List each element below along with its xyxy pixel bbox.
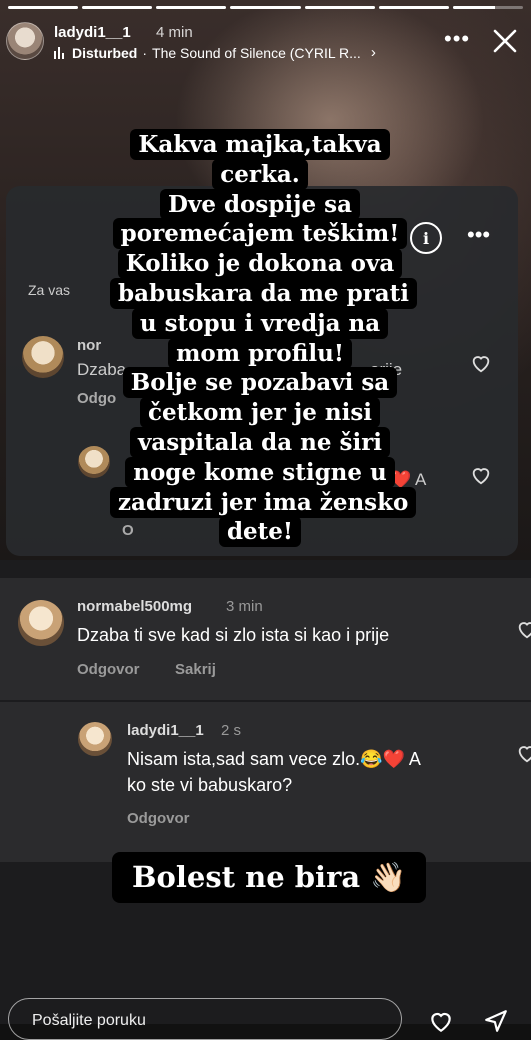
progress-segment <box>304 6 375 9</box>
heart-icon <box>472 356 490 373</box>
progress-segment <box>452 6 523 9</box>
progress-fill <box>452 6 495 9</box>
chevron-right-icon: › <box>370 44 376 61</box>
info-icon: i <box>410 222 442 254</box>
heart-icon <box>472 468 490 485</box>
more-horizontal-icon: ••• <box>467 222 491 247</box>
progress-fill <box>8 6 79 9</box>
heart-icon[interactable] <box>427 1008 455 1034</box>
comment-text-line1: Nisam ista,sad sam vece zlo.😂❤️ A <box>127 749 421 769</box>
comment-time: 3 min <box>226 598 263 615</box>
avatar[interactable] <box>18 600 64 646</box>
heart-icon[interactable] <box>516 742 531 764</box>
comment-text: Dzaba ti sve kad si zlo ista si kao i pr… <box>77 625 390 645</box>
sort-label: Za vas <box>28 282 71 298</box>
progress-segment <box>82 6 153 9</box>
music-bars-icon <box>54 46 64 59</box>
avatar <box>22 336 64 378</box>
story-caption-label: Bolest ne bira 👋🏻 <box>112 852 427 903</box>
ghost-username: nor <box>77 337 102 354</box>
overlay-text: Kakva majka,takva cerka. Dve dospije sa … <box>110 129 418 548</box>
music-track: The Sound of Silence (CYRIL R... <box>152 44 361 61</box>
comment-username[interactable]: normabel500mg <box>77 598 192 615</box>
avatar <box>78 446 110 478</box>
music-artist: Disturbed <box>72 44 138 61</box>
message-placeholder: Pošaljite poruku <box>32 1012 146 1029</box>
progress-fill <box>156 6 227 9</box>
progress-segment <box>156 6 227 9</box>
progress-fill <box>230 6 301 9</box>
progress-segment <box>230 6 301 9</box>
progress-fill <box>82 6 153 9</box>
progress-segment <box>378 6 449 9</box>
comment-username[interactable]: ladydi1__1 <box>127 722 204 739</box>
story-text-overlay: Kakva majka,takva cerka. Dve dospije sa … <box>110 129 418 548</box>
reply-button[interactable]: Odgovor <box>77 661 140 678</box>
reply-button[interactable]: Odgovor <box>127 810 190 827</box>
music-sticker[interactable]: Disturbed · The Sound of Silence (CYRIL … <box>54 44 376 61</box>
comment-text-line2: ko ste vi babuskaro? <box>127 775 293 795</box>
send-icon[interactable] <box>482 1008 510 1034</box>
close-icon[interactable] <box>490 26 520 56</box>
more-horizontal-icon[interactable]: ••• <box>444 26 470 52</box>
heart-icon[interactable] <box>516 618 531 640</box>
progress-segment <box>8 6 79 9</box>
comment-time: 2 s <box>221 722 242 739</box>
avatar[interactable] <box>6 22 44 60</box>
story-time: 4 min <box>156 24 193 41</box>
avatar[interactable] <box>78 722 112 756</box>
progress-fill <box>378 6 449 9</box>
story-progress-bar <box>8 6 523 9</box>
story-username[interactable]: ladydi1__1 <box>54 24 131 41</box>
progress-fill <box>304 6 375 9</box>
hide-button[interactable]: Sakrij <box>175 661 216 678</box>
music-separator: · <box>142 44 148 61</box>
